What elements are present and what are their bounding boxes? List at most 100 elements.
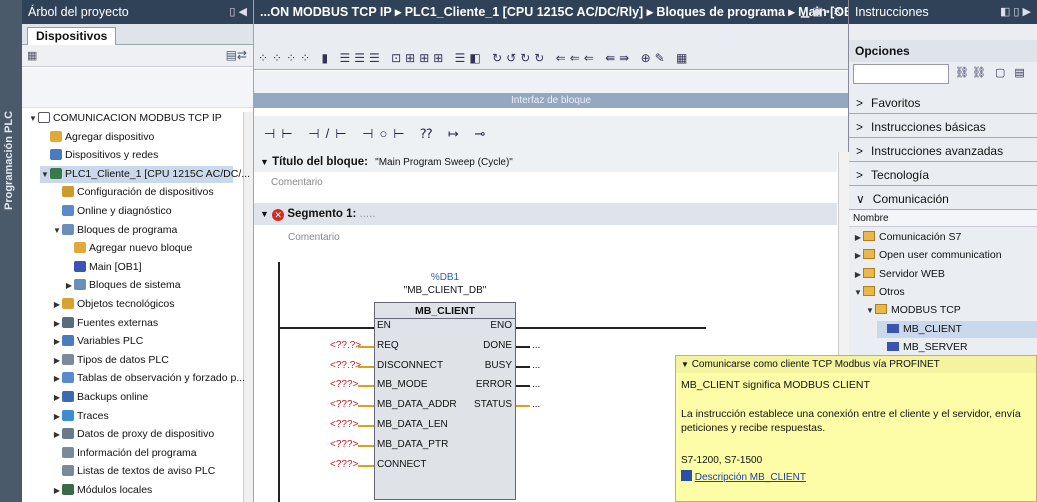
instruction-item[interactable]: MB_SERVER <box>877 339 968 356</box>
instruction-search-input[interactable] <box>853 64 949 84</box>
description-link[interactable]: Descripción MB_CLIENT <box>695 472 806 483</box>
expand-arrow-icon[interactable]: ▶ <box>52 408 62 425</box>
ladder-elements-icons[interactable]: ⊣⊢ ⊣/⊢ ⊣○⊢ ⁇ ↦ ⊸ <box>264 126 491 142</box>
output-parameter[interactable]: ... <box>532 340 540 351</box>
block-interface-bar[interactable]: Interfaz de bloque <box>254 93 848 108</box>
input-parameter[interactable]: <??.?> <box>330 340 361 351</box>
expand-arrow-icon[interactable]: ▼ <box>853 284 863 301</box>
tooltip-line1: MB_CLIENT significa MODBUS CLIENT <box>681 379 870 391</box>
expand-segment-icon[interactable]: ▼ <box>260 209 269 219</box>
search-tools-icon[interactable]: ⛓⛓ ▢ ▤ <box>955 66 1028 79</box>
tree-item[interactable]: ▶ Bloques de sistema <box>64 277 181 294</box>
input-pin-label: MB_MODE <box>377 379 428 391</box>
instruction-item[interactable]: MB_CLIENT <box>877 320 1037 338</box>
section-arrow-icon[interactable]: > <box>856 168 863 182</box>
programming-side-tab[interactable]: Programación PLC <box>0 0 22 502</box>
tree-item[interactable]: ▶ Tablas de observación y forzado p... <box>52 370 245 387</box>
tree-item[interactable]: ▶ Backups online <box>52 389 148 406</box>
tree-item[interactable]: ▶ Tipos de datos PLC <box>52 352 169 369</box>
window-controls-icon[interactable]: ▁ ▣ ▪ ✕ <box>801 0 842 24</box>
tree-item[interactable]: Listas de textos de aviso PLC <box>52 463 215 480</box>
expand-arrow-icon[interactable]: ▼ <box>40 166 50 183</box>
expand-arrow-icon[interactable]: ▶ <box>52 296 62 313</box>
tree-item[interactable]: ▼ Bloques de programa <box>52 222 177 239</box>
tree-item[interactable]: Main [OB1] <box>64 259 142 276</box>
section-arrow-icon[interactable]: > <box>856 120 863 134</box>
tree-item[interactable]: ▶ Datos de proxy de dispositivo <box>52 426 214 443</box>
expand-arrow-icon[interactable]: ▶ <box>853 247 863 264</box>
folder-icon <box>62 223 74 235</box>
instruction-item[interactable]: ▼ MODBUS TCP <box>865 302 961 319</box>
tree-item[interactable]: ▼ PLC1_Cliente_1 [CPU 1215C AC/DC/... <box>40 165 250 183</box>
tooltip-arrow-icon[interactable]: ▼ <box>681 360 689 369</box>
tab-dispositivos[interactable]: Dispositivos <box>27 27 117 45</box>
input-parameter[interactable]: <???> <box>330 379 358 390</box>
tree-item[interactable]: ▶ Módulos locales <box>52 482 152 499</box>
expand-arrow-icon[interactable]: ▶ <box>52 315 62 332</box>
block-title-value[interactable]: "Main Program Sweep (Cycle)" <box>375 157 513 168</box>
expand-arrow-icon[interactable]: ▶ <box>52 352 62 369</box>
section-4[interactable]: ∨ Comunicación <box>849 188 1037 210</box>
block-comment[interactable]: Comentario <box>254 174 837 192</box>
table-view-icon[interactable]: ▦ <box>27 49 37 62</box>
panel-controls-icon[interactable]: ◧ ▯ ▶ <box>1000 0 1031 24</box>
tree-item[interactable]: ▶ Variables PLC <box>52 333 143 350</box>
section-2[interactable]: > Instrucciones avanzadas <box>849 140 1037 162</box>
options-header[interactable]: Opciones <box>849 40 1037 62</box>
section-arrow-icon[interactable]: ∨ <box>856 192 865 206</box>
tree-item[interactable]: ▶ Objetos tecnológicos <box>52 296 174 313</box>
input-parameter[interactable]: <???> <box>330 419 358 430</box>
block-title-row[interactable]: ▼ Título del bloque: "Main Program Sweep… <box>254 152 837 172</box>
expand-arrow-icon[interactable]: ▶ <box>52 482 62 499</box>
instruction-item[interactable]: ▶ Open user communication <box>853 247 1002 264</box>
segment-comment[interactable]: Comentario <box>254 228 837 248</box>
segment-title[interactable]: ..... <box>360 208 376 220</box>
expand-arrow-icon[interactable]: ▶ <box>853 266 863 283</box>
tree-item[interactable]: Dispositivos y redes <box>40 147 158 164</box>
config-icon <box>62 186 74 198</box>
expand-arrow-icon[interactable]: ▶ <box>853 229 863 246</box>
tree-item[interactable]: Agregar dispositivo <box>40 129 154 146</box>
section-1[interactable]: > Instrucciones básicas <box>849 116 1037 138</box>
section-arrow-icon[interactable]: > <box>856 144 863 158</box>
tree-item[interactable]: Configuración de dispositivos <box>52 184 214 201</box>
segment-header[interactable]: ▼ ✕ Segmento 1: ..... <box>254 203 837 225</box>
output-parameter[interactable]: ... <box>532 360 540 371</box>
output-parameter[interactable]: ... <box>532 379 540 390</box>
collapse-icon[interactable]: ▯ ◀ <box>229 0 247 24</box>
expand-arrow-icon[interactable]: ▶ <box>52 333 62 350</box>
tree-item-label: Objetos tecnológicos <box>77 298 175 310</box>
section-0[interactable]: > Favoritos <box>849 92 1037 114</box>
tree-item[interactable]: ▶ Traces <box>52 408 109 425</box>
input-parameter[interactable]: <???> <box>330 399 358 410</box>
tree-item[interactable]: ▶ Fuentes externas <box>52 315 158 332</box>
tree-item[interactable]: ▼ COMUNICACION MODBUS TCP IP <box>28 110 222 127</box>
expand-arrow-icon[interactable]: ▶ <box>52 370 62 387</box>
input-parameter[interactable]: <???> <box>330 439 358 450</box>
db-address[interactable]: %DB1 <box>394 272 496 283</box>
expand-arrow-icon[interactable]: ▶ <box>52 389 62 406</box>
expand-arrow-icon[interactable]: ▼ <box>28 110 38 127</box>
block-icon <box>887 323 899 333</box>
view-toggle-icon[interactable]: ▤⇄ <box>226 48 247 62</box>
instance-db-name[interactable]: "MB_CLIENT_DB" <box>394 285 496 296</box>
toolbar-icons[interactable]: ⁘⁘⁘⁘ ▮ ☰☰☰ ⊡⊞⊞⊞ ☰◧ ↻↺↻↻ ⇐⇐⇐ ⇚⇛ ⊕✎ ▦ <box>258 51 691 65</box>
input-parameter[interactable]: <??.?> <box>330 360 361 371</box>
instruction-item[interactable]: ▶ Servidor WEB <box>853 266 945 283</box>
tooltip-title: Comunicarse como cliente TCP Modbus vía … <box>691 359 940 370</box>
output-parameter[interactable]: ... <box>532 399 540 410</box>
input-wire <box>358 385 374 388</box>
input-parameter[interactable]: <???> <box>330 459 358 470</box>
expand-arrow-icon[interactable]: ▶ <box>52 426 62 443</box>
expand-arrow-icon[interactable]: ▶ <box>64 277 74 294</box>
section-3[interactable]: > Tecnología <box>849 164 1037 186</box>
section-arrow-icon[interactable]: > <box>856 96 863 110</box>
expand-arrow-icon[interactable]: ▼ <box>52 222 62 239</box>
expand-title-icon[interactable]: ▼ <box>260 157 269 167</box>
tree-item[interactable]: Información del programa <box>52 445 197 462</box>
instruction-item[interactable]: ▼ Otros <box>853 284 905 301</box>
instruction-item[interactable]: ▶ Comunicación S7 <box>853 229 961 246</box>
tree-item[interactable]: Online y diagnóstico <box>52 203 172 220</box>
expand-arrow-icon[interactable]: ▼ <box>865 302 875 319</box>
tree-item[interactable]: Agregar nuevo bloque <box>64 240 192 257</box>
